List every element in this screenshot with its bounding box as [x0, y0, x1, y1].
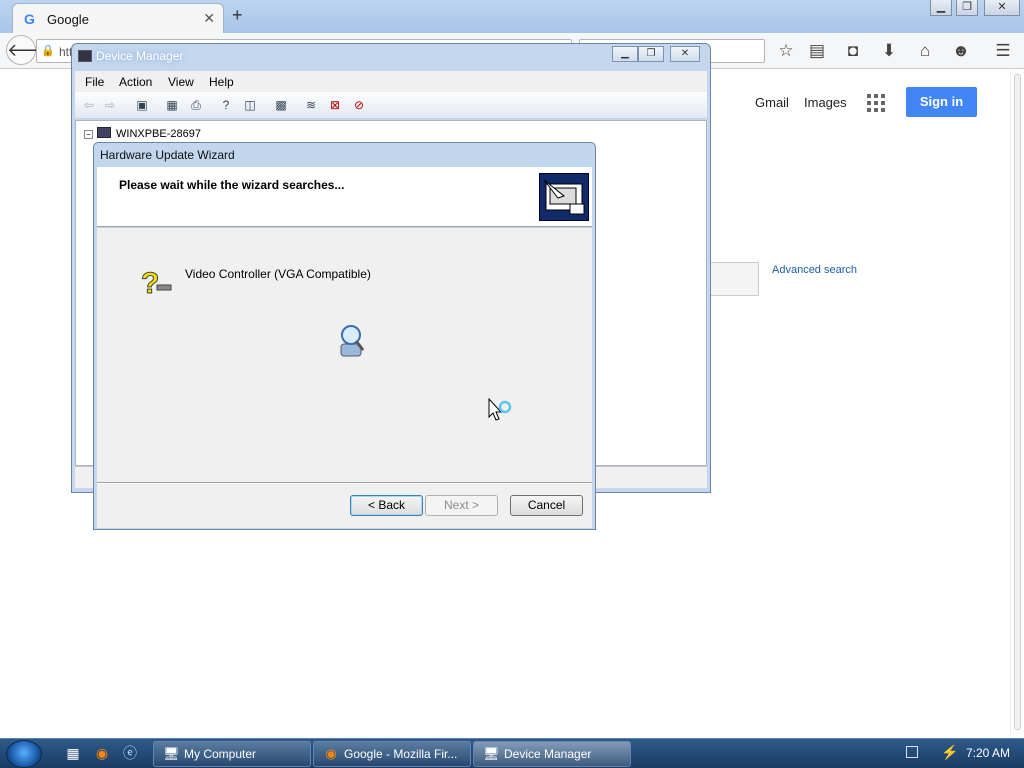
cancel-button[interactable]: Cancel [510, 495, 583, 516]
reading-list-icon[interactable]: ▤ [804, 39, 830, 63]
page-scrollbar[interactable] [1010, 70, 1024, 738]
new-tab-button[interactable]: + [232, 5, 243, 26]
home-icon[interactable]: ⌂ [912, 39, 938, 63]
device-manager-icon: 🖥 [483, 746, 500, 761]
back-button[interactable]: < Back [350, 495, 423, 516]
up-tree-icon[interactable]: ▣ [134, 97, 150, 113]
google-favicon-icon: G [24, 11, 35, 27]
images-link[interactable]: Images [804, 95, 847, 110]
wizard-body: ? Video Controller (VGA Compatible) < Ba… [97, 228, 592, 528]
close-button[interactable]: ✕ [670, 46, 700, 62]
menu-file[interactable]: File [85, 75, 104, 89]
search-box[interactable] [705, 262, 759, 296]
minimize-button[interactable]: ▁ [612, 46, 638, 62]
menu-icon[interactable]: ☰ [990, 39, 1016, 63]
device-manager-icon [78, 50, 92, 62]
unknown-device-icon: ? [139, 265, 173, 301]
toolbar: ⇦ ⇨ ▣ ▦ ⎙ ? ◫ ▩ ≋ ⊠ ⊘ [75, 92, 707, 119]
help-icon[interactable]: ? [218, 97, 234, 113]
tree-root[interactable]: − WINXPBE-28697 [84, 127, 201, 140]
separator [97, 482, 592, 484]
apps-grid-icon[interactable] [867, 94, 885, 112]
browser-tab-strip: G Google ✕ + ▁ ❐ ✕ [0, 0, 1024, 33]
back-arrow-icon[interactable]: ⇦ [81, 97, 97, 113]
taskbar-item-firefox[interactable]: ◉ Google - Mozilla Fir... [313, 741, 471, 767]
close-tab-icon[interactable]: ✕ [203, 10, 215, 27]
properties-icon[interactable]: ▦ [164, 97, 180, 113]
pocket-icon[interactable]: ◘ [840, 39, 866, 63]
tab-title: Google [47, 12, 89, 27]
print-icon[interactable]: ⎙ [188, 97, 204, 113]
svg-text:?: ? [141, 267, 159, 299]
desktop: G Google ✕ + ▁ ❐ ✕ 🡐 🔒 htt ☆ ▤ ◘ ⬇ ⌂ ☻ ☰… [0, 0, 1024, 768]
disable-icon[interactable]: ⊘ [351, 97, 367, 113]
device-name: Video Controller (VGA Compatible) [185, 267, 371, 281]
show-hide-tree-icon[interactable]: ◫ [242, 97, 258, 113]
scan-hardware-icon[interactable]: ≋ [303, 97, 319, 113]
menu-help[interactable]: Help [209, 75, 234, 89]
taskbar-item-my-computer[interactable]: 🖥 My Computer [153, 741, 311, 767]
advanced-search-link[interactable]: Advanced search [772, 264, 857, 276]
menu-view[interactable]: View [168, 75, 194, 89]
taskbar: ▦ ◉ ⓔ 🖥 My Computer ◉ Google - Mozilla Fir… [0, 738, 1024, 768]
start-button[interactable] [6, 740, 42, 768]
keyboard-tray-icon[interactable] [906, 746, 918, 758]
network-tray-icon[interactable]: ⚡ [941, 744, 958, 761]
hardware-card-icon [539, 173, 589, 221]
download-icon[interactable]: ⬇ [876, 39, 902, 63]
collapse-icon[interactable]: − [84, 130, 93, 139]
taskbar-item-device-manager[interactable]: 🖥 Device Manager [473, 741, 631, 767]
forward-arrow-icon[interactable]: ⇨ [102, 97, 118, 113]
computer-icon: 🖥 [163, 746, 180, 761]
uninstall-icon[interactable]: ⊠ [327, 97, 343, 113]
next-button[interactable]: Next > [425, 495, 498, 516]
maximize-button[interactable]: ❐ [956, 0, 978, 16]
minimize-button[interactable]: ▁ [930, 0, 952, 16]
window-title: Device Manager [78, 49, 578, 67]
firefox-quicklaunch-icon[interactable]: ◉ [93, 744, 111, 762]
sign-in-button[interactable]: Sign in [906, 87, 977, 117]
browser-tab-google[interactable]: G Google ✕ [12, 3, 224, 33]
lock-icon: 🔒 [41, 45, 55, 57]
search-animation-icon [337, 324, 367, 358]
chat-icon[interactable]: ☻ [948, 39, 974, 63]
hardware-update-wizard-dialog: Hardware Update Wizard Please wait while… [93, 142, 596, 530]
close-window-button[interactable]: ✕ [984, 0, 1020, 16]
clock[interactable]: 7:20 AM [966, 746, 1010, 760]
bookmark-star-icon[interactable]: ☆ [773, 39, 799, 63]
menu-action[interactable]: Action [119, 75, 152, 89]
firefox-icon: ◉ [325, 746, 337, 761]
menu-bar: File Action View Help [75, 71, 707, 92]
wizard-heading: Please wait while the wizard searches... [119, 178, 345, 192]
wizard-header: Please wait while the wizard searches... [97, 167, 592, 227]
gmail-link[interactable]: Gmail [755, 95, 789, 110]
ie-quicklaunch-icon[interactable]: ⓔ [121, 744, 139, 762]
maximize-button[interactable]: ❐ [638, 46, 664, 62]
computer-icon [97, 127, 111, 138]
busy-cursor-icon [488, 397, 514, 426]
dialog-title: Hardware Update Wizard [100, 148, 235, 162]
back-button[interactable]: 🡐 [6, 35, 55, 65]
update-driver-icon[interactable]: ▩ [273, 97, 289, 113]
show-desktop-icon[interactable]: ▦ [64, 744, 82, 762]
